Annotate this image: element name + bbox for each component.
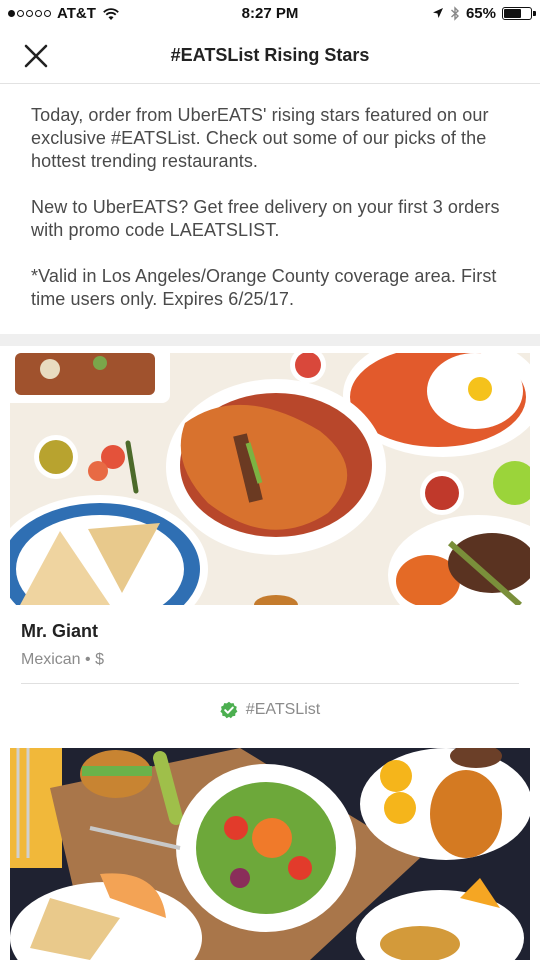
- restaurant-info: Mr. Giant Mexican • $: [10, 605, 530, 683]
- restaurant-card[interactable]: [10, 748, 530, 960]
- nav-bar: #EATSList Rising Stars: [0, 28, 540, 84]
- intro-paragraph-1: Today, order from UberEATS' rising stars…: [31, 105, 489, 171]
- page-title: #EATSList Rising Stars: [170, 45, 370, 65]
- restaurant-image[interactable]: [10, 748, 530, 960]
- restaurant-image[interactable]: [10, 353, 530, 605]
- intro-paragraph-2: New to UberEATS? Get free delivery on yo…: [31, 197, 500, 240]
- eatslist-tag-label: #EATSList: [245, 701, 321, 718]
- intro-paragraph-3: *Valid in Los Angeles/Orange County cove…: [31, 266, 497, 309]
- status-right: 65%: [432, 5, 536, 22]
- eatslist-badge: #EATSList: [10, 684, 530, 736]
- restaurant-card[interactable]: Mr. Giant Mexican • $ #EATSList: [10, 353, 530, 736]
- location-arrow-icon: [432, 8, 443, 18]
- intro-section: Today, order from UberEATS' rising stars…: [0, 84, 540, 334]
- status-bar: AT&T 8:27 PM 65%: [0, 0, 540, 28]
- section-divider: [0, 334, 540, 346]
- check-badge-icon: [220, 701, 238, 719]
- battery-level: [504, 9, 521, 18]
- restaurant-name: Mr. Giant: [21, 621, 99, 641]
- restaurant-meta: Mexican • $: [21, 651, 104, 668]
- bluetooth-icon: [450, 6, 459, 21]
- food-photo: [10, 353, 530, 605]
- battery-percent: 65%: [465, 5, 496, 22]
- food-photo: [10, 748, 530, 960]
- battery-icon: [502, 7, 536, 20]
